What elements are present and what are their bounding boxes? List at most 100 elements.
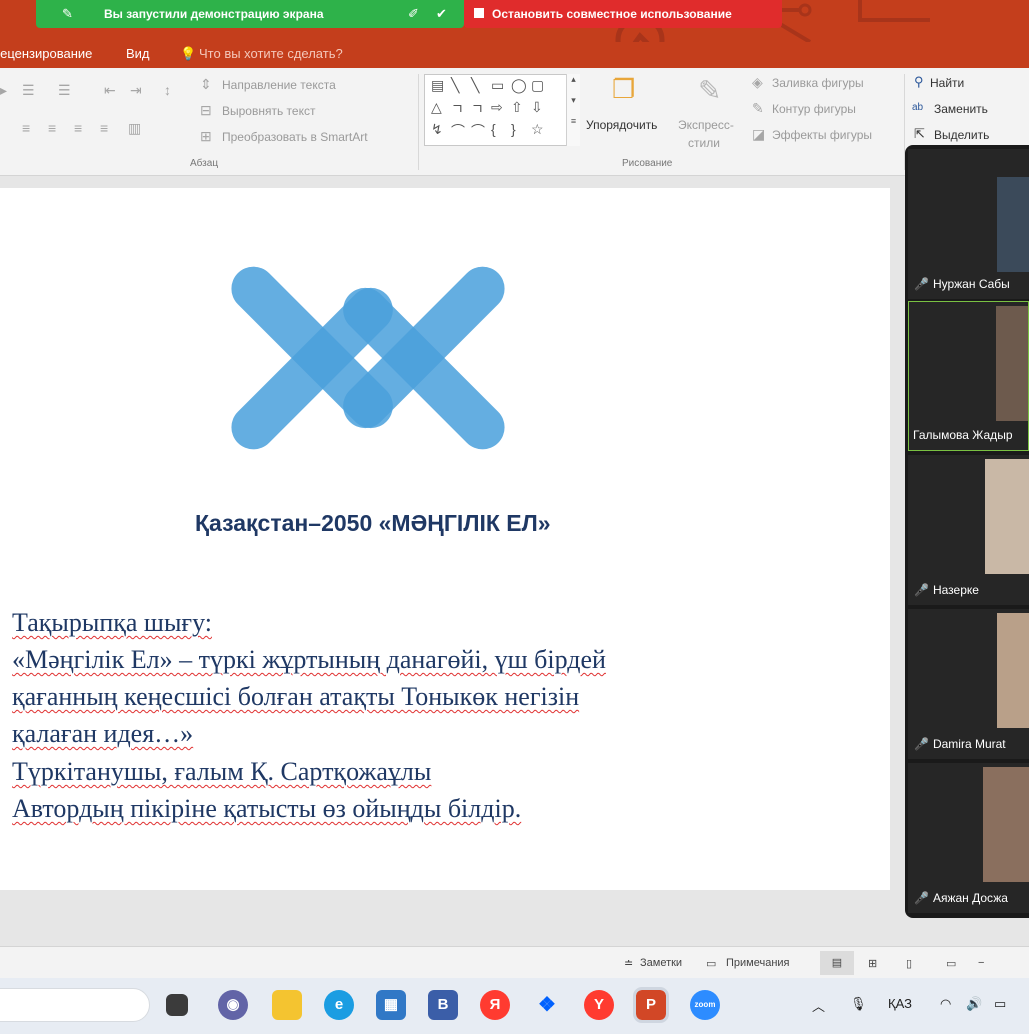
numbering-icon[interactable]: ☰ — [58, 82, 71, 99]
shield-check-icon[interactable]: ✔ — [436, 6, 447, 22]
arc-shape-icon[interactable]: ⌒ — [471, 121, 485, 141]
screen-share-status-text: Вы запустили демонстрацию экрана — [104, 7, 324, 21]
list-icon[interactable]: ▸ — [0, 82, 7, 99]
ribbon-toolbar: ▸ ☰ ☰ ⇤ ⇥ ↕ ≡ ≡ ≡ ≡ ▥ ⇕ Направление текс… — [0, 68, 1029, 176]
powerpoint-title-bar: ✎ Вы запустили демонстрацию экрана ✐ ✔ О… — [0, 0, 1029, 42]
slide-body-line[interactable]: «Мәңгілік Ел» – түркі жұртының данагөйі,… — [12, 645, 606, 675]
participant-video — [997, 177, 1029, 272]
zoom-taskbar-icon[interactable]: zoom — [690, 990, 720, 1020]
text-direction-button[interactable]: Направление текста — [222, 78, 336, 92]
taskbar-search-box[interactable] — [0, 988, 150, 1022]
slide-body-line[interactable]: Түркітанушы, ғалым Қ. Сартқожаұлы — [12, 757, 431, 787]
comments-button[interactable]: Примечания — [726, 957, 790, 969]
slide-title[interactable]: Қазақстан–2050 «МӘҢГІЛІК ЕЛ» — [195, 510, 551, 537]
slide-body-line[interactable]: қағанның кеңесшісі болған атақты Тоныкөк… — [12, 682, 579, 712]
muted-mic-icon: 🎤 — [914, 737, 929, 751]
participant-tile[interactable]: 🎤 Назерке — [908, 455, 1029, 605]
freeform-shape-icon[interactable]: ↯ — [431, 121, 443, 138]
align-center-icon[interactable]: ≡ — [48, 120, 56, 136]
effects-icon: ◪ — [752, 126, 766, 142]
drawing-group-label: Рисование — [622, 158, 673, 169]
up-arrow-shape-icon[interactable]: ⇧ — [511, 99, 523, 116]
participant-tile[interactable]: 🎤 Аяжан Досжа — [908, 763, 1029, 913]
quick-styles-button[interactable]: Экспресс- — [678, 118, 734, 132]
left-brace-icon[interactable]: { — [491, 121, 496, 137]
tab-view[interactable]: Вид — [126, 46, 150, 61]
participant-tile[interactable]: 🎤 Damira Murat — [908, 609, 1029, 759]
participant-video — [996, 306, 1028, 421]
tell-me-search[interactable]: Что вы хотите сделать? — [199, 46, 343, 61]
right-brace-icon[interactable]: } — [511, 121, 516, 137]
arrow-line-shape-icon[interactable]: ╲ — [471, 77, 479, 94]
down-arrow-shape-icon[interactable]: ⇩ — [531, 99, 543, 116]
select-button[interactable]: Выделить — [934, 128, 989, 142]
increase-indent-icon[interactable]: ⇥ — [130, 82, 142, 99]
dropbox-icon[interactable]: ❖ — [532, 990, 562, 1020]
participant-name: Нуржан Сабы — [932, 277, 1010, 291]
rectangle-shape-icon[interactable]: ▭ — [491, 77, 504, 94]
shapes-gallery-scroll[interactable]: ▴ ▾ ≡ — [566, 74, 580, 146]
find-button[interactable]: Найти — [930, 76, 964, 90]
participant-name: Damira Murat — [932, 737, 1006, 751]
textbox-shape-icon[interactable]: ▤ — [431, 77, 444, 94]
participant-tile[interactable]: Галымова Жадыр — [908, 301, 1029, 451]
line-spacing-icon[interactable]: ↕ — [164, 82, 171, 98]
slide-sorter-button[interactable]: ⊞ — [868, 957, 877, 970]
oval-shape-icon[interactable]: ◯ — [511, 77, 527, 94]
edge-icon[interactable]: e — [324, 990, 354, 1020]
volume-icon[interactable]: 🔊 — [966, 996, 982, 1012]
curve-shape-icon[interactable]: ⌒ — [451, 121, 465, 141]
file-explorer-icon[interactable] — [272, 990, 302, 1020]
battery-icon[interactable]: ▭ — [994, 996, 1006, 1012]
powerpoint-status-bar: ≐ Заметки ▭ Примечания ▤ ⊞ ▯ ▭ − — [0, 946, 1029, 978]
shape-outline-button[interactable]: Контур фигуры — [772, 102, 856, 116]
tab-review[interactable]: Рецензирование — [0, 46, 92, 61]
normal-view-button[interactable]: ▤ — [820, 951, 854, 975]
stop-sharing-button[interactable]: Остановить совместное использование — [464, 0, 782, 28]
yandex-icon[interactable]: Я — [480, 990, 510, 1020]
align-right-icon[interactable]: ≡ — [74, 120, 82, 136]
participant-name: Галымова Жадыр — [913, 428, 1013, 442]
replace-button[interactable]: Заменить — [934, 102, 988, 116]
notes-button[interactable]: Заметки — [640, 957, 682, 969]
right-arrow-shape-icon[interactable]: ⇨ — [491, 99, 503, 116]
shape-fill-button[interactable]: Заливка фигуры — [772, 76, 864, 90]
tray-overflow-icon[interactable]: ︿ — [812, 996, 825, 1015]
vk-browser-icon[interactable]: B — [428, 990, 458, 1020]
align-left-icon[interactable]: ≡ — [22, 120, 30, 136]
microphone-icon[interactable]: 🎙 — [850, 996, 867, 1012]
slideshow-button[interactable]: ▭ — [946, 957, 956, 970]
slide-body-line[interactable]: Автордың пікіріне қатысты өз ойыңды білд… — [12, 794, 521, 824]
justify-icon[interactable]: ≡ — [100, 120, 108, 136]
decrease-indent-icon[interactable]: ⇤ — [104, 82, 116, 99]
triangle-shape-icon[interactable]: △ — [431, 99, 442, 116]
task-view-icon[interactable] — [166, 994, 188, 1016]
powerpoint-taskbar-icon[interactable]: P — [633, 987, 669, 1023]
align-text-button[interactable]: Выровнять текст — [222, 104, 315, 118]
arrange-button[interactable]: Упорядочить — [586, 118, 657, 132]
shape-effects-button[interactable]: Эффекты фигуры — [772, 128, 872, 142]
chat-icon[interactable]: ◉ — [218, 990, 248, 1020]
convert-smartart-button[interactable]: Преобразовать в SmartArt — [222, 130, 368, 144]
reading-view-button[interactable]: ▯ — [906, 957, 912, 970]
slide-body-line[interactable]: Тақырыпқа шығу: — [12, 608, 212, 638]
line-shape-icon[interactable]: ╲ — [451, 77, 459, 94]
zoom-out-button[interactable]: − — [978, 957, 984, 969]
participant-tile[interactable]: 🎤 Нуржан Сабы — [908, 149, 1029, 299]
yandex-browser-icon[interactable]: Y — [584, 990, 614, 1020]
star-shape-icon[interactable]: ☆ — [531, 121, 544, 138]
annotate-icon[interactable]: ✐ — [408, 6, 419, 22]
bullets-icon[interactable]: ☰ — [22, 82, 35, 99]
shapes-gallery[interactable]: ▤ ╲ ╲ ▭ ◯ ▢ △ ㄱ ㄱ ⇨ ⇧ ⇩ ↯ ⌒ ⌒ { } ☆ — [424, 74, 580, 146]
input-language[interactable]: ҚАЗ — [888, 996, 912, 1011]
slide-body-line[interactable]: қалаған идея…» — [12, 719, 193, 749]
elbow-arrow-icon[interactable]: ㄱ — [471, 99, 484, 119]
windows-taskbar: ◉ e ▦ B Я ❖ Y P zoom ︿ 🎙 ҚАЗ ◠ 🔊 ▭ — [0, 978, 1029, 1034]
elbow-connector-icon[interactable]: ㄱ — [451, 99, 464, 119]
wifi-icon[interactable]: ◠ — [940, 996, 951, 1012]
store-icon[interactable]: ▦ — [376, 990, 406, 1020]
rounded-rect-shape-icon[interactable]: ▢ — [531, 77, 544, 94]
columns-icon[interactable]: ▥ — [128, 120, 141, 137]
participant-video — [997, 613, 1029, 728]
ribbon-separator — [418, 74, 419, 170]
